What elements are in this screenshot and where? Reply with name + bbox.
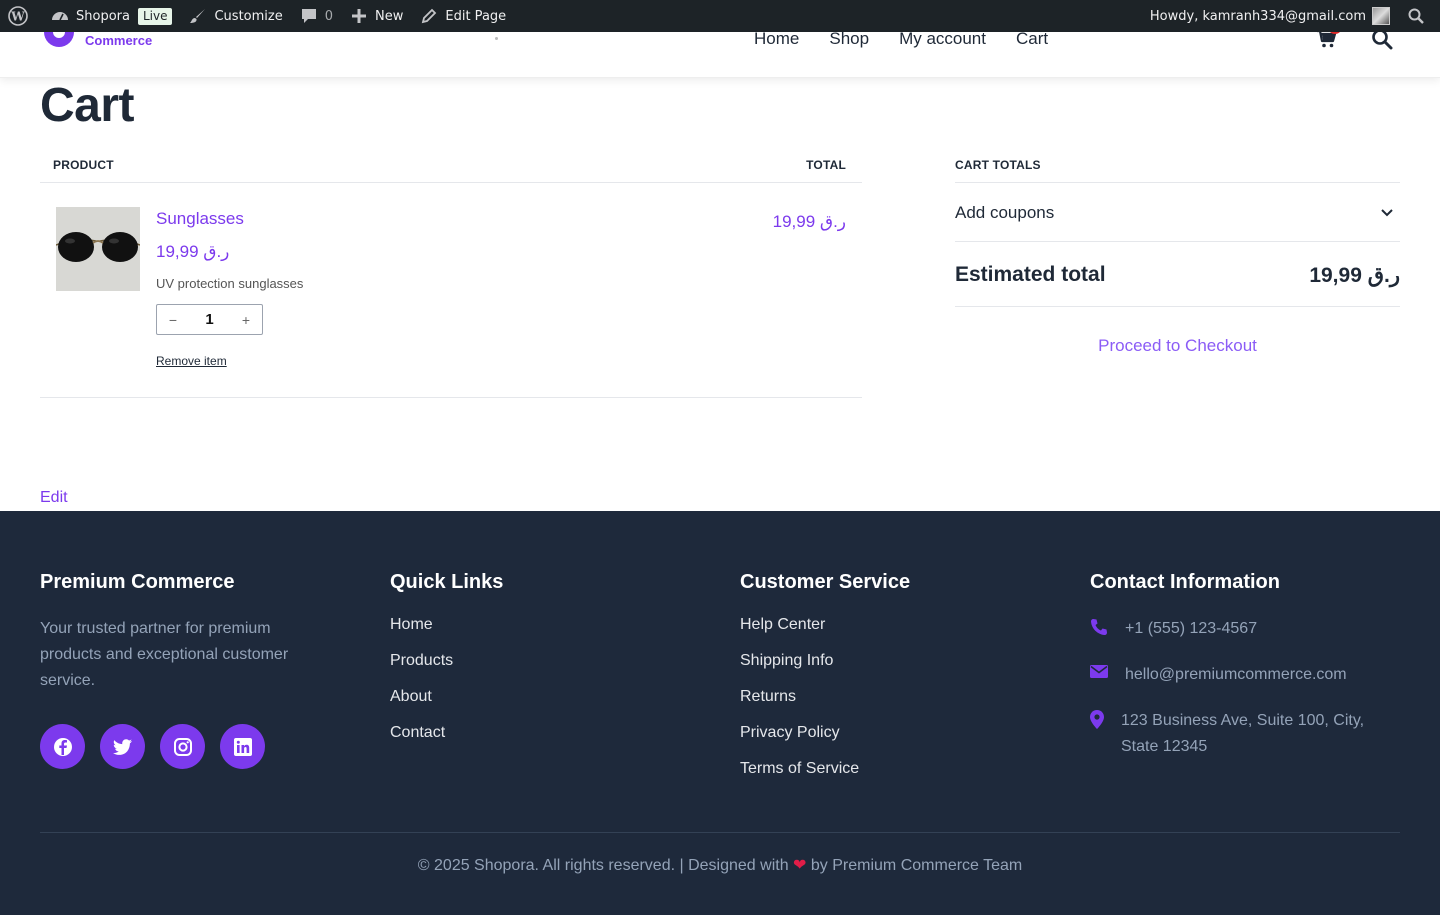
edit-page-button[interactable]: Edit Page [411,0,514,32]
comment-icon [299,6,319,26]
footer-link-help-center[interactable]: Help Center [740,616,910,652]
add-coupons-toggle[interactable]: Add coupons [955,183,1400,242]
quantity-increase-button[interactable]: + [240,312,252,328]
footer-copyright: © 2025 Shopora. All rights reserved. | D… [0,855,1440,875]
site-footer: Premium Commerce Your trusted partner fo… [0,511,1440,915]
main-nav: Home Shop My account Cart [754,29,1048,49]
quantity-input[interactable]: 1 [205,311,213,328]
footer-link-returns[interactable]: Returns [740,688,910,724]
quantity-decrease-button[interactable]: − [167,312,179,328]
phone-icon [1090,616,1125,641]
footer-quick-links-title: Quick Links [390,571,504,593]
footer-contact-title: Contact Information [1090,571,1280,593]
copyright-credit: by Premium Commerce Team [810,857,1023,874]
avatar [1372,7,1390,25]
facebook-icon[interactable] [40,724,85,769]
edit-page-link[interactable]: Edit [40,489,68,507]
brush-icon [188,6,208,26]
product-unit-price: 19,99 ر.ق [156,242,230,261]
quick-links-list: Home Products About Contact [390,616,503,760]
site-name-button[interactable]: Shopora Live [42,0,180,32]
contact-phone-row: +1 (555) 123-4567 [1090,616,1395,642]
howdy-text: Howdy, kamranh334@gmail.com [1149,8,1366,24]
footer-link-shipping-info[interactable]: Shipping Info [740,652,910,688]
nav-my-account[interactable]: My account [899,29,986,49]
product-thumbnail[interactable] [56,207,140,291]
new-content-button[interactable]: New [341,0,411,32]
footer-brand-title: Premium Commerce [40,571,235,593]
nav-home[interactable]: Home [754,29,799,49]
contact-email-row: hello@premiumcommerce.com [1090,662,1395,688]
footer-brand-column: Premium Commerce Your trusted partner fo… [40,571,330,769]
logo-subtitle[interactable]: Commerce [85,33,152,48]
wordpress-icon: W [8,6,28,26]
contact-address-row: 123 Business Ave, Suite 100, City, State… [1090,708,1395,760]
nav-shop[interactable]: Shop [829,29,869,49]
customize-label: Customize [214,8,283,24]
cart-table: PRODUCT TOTAL Sunglasses 19,99 ر.ق UV pr… [40,150,862,398]
live-badge: Live [137,7,173,25]
linkedin-icon[interactable] [220,724,265,769]
customer-service-list: Help Center Shipping Info Returns Privac… [740,616,910,796]
customize-button[interactable]: Customize [180,0,290,32]
footer-customer-service-title: Customer Service [740,571,911,593]
copyright-text: © 2025 Shopora. All rights reserved. | D… [417,857,789,874]
footer-link-products[interactable]: Products [390,652,503,688]
estimated-total-label: Estimated total [955,263,1106,286]
pencil-icon [419,6,439,26]
social-links [40,724,330,769]
proceed-to-checkout-button[interactable]: Proceed to Checkout [955,336,1400,356]
page-title: Cart [40,79,135,132]
cart-totals: CART TOTALS Add coupons Estimated total … [955,150,1400,355]
contact-address: 123 Business Ave, Suite 100, City, State… [1121,712,1365,755]
product-description: UV protection sunglasses [156,276,304,291]
plus-icon [349,6,369,26]
heart-icon: ❤ [793,857,807,874]
search-icon [1406,6,1426,26]
contact-email[interactable]: hello@premiumcommerce.com [1125,662,1395,688]
remove-item-link[interactable]: Remove item [156,354,227,368]
site-name: Shopora [76,8,130,24]
footer-link-home[interactable]: Home [390,616,503,652]
cart-table-header: PRODUCT TOTAL [40,150,862,183]
wordpress-logo-button[interactable]: W [0,0,42,32]
cart-totals-heading: CART TOTALS [955,150,1400,183]
footer-link-privacy-policy[interactable]: Privacy Policy [740,724,910,760]
footer-customer-service-column: Customer Service Help Center Shipping In… [740,571,910,796]
footer-link-contact[interactable]: Contact [390,724,503,760]
product-name-link[interactable]: Sunglasses [156,209,244,229]
my-account-button[interactable]: Howdy, kamranh334@gmail.com [1142,0,1398,32]
twitter-icon[interactable] [100,724,145,769]
footer-contact-column: Contact Information +1 (555) 123-4567 he… [1090,571,1395,780]
header-dot [495,37,498,40]
estimated-total-value: 19,99 ر.ق [1309,264,1400,287]
quantity-stepper: − 1 + [156,304,263,335]
instagram-icon[interactable] [160,724,205,769]
new-label: New [375,8,404,24]
svg-text:W: W [10,10,25,24]
contact-phone[interactable]: +1 (555) 123-4567 [1125,616,1395,642]
comments-button[interactable]: 0 [291,0,341,32]
column-header-product: PRODUCT [53,158,114,172]
footer-divider [40,832,1400,833]
footer-link-about[interactable]: About [390,688,503,724]
admin-bar: W Shopora Live Customize 0 New Edit Page [0,0,1440,32]
dashboard-icon [50,6,70,26]
footer-quick-links-column: Quick Links Home Products About Contact [390,571,503,760]
column-header-total: TOTAL [806,158,846,172]
envelope-icon [1090,662,1125,684]
estimated-total-row: Estimated total 19,99 ر.ق [955,242,1400,307]
admin-search-button[interactable] [1398,0,1440,32]
footer-brand-description: Your trusted partner for premium product… [40,620,289,689]
chevron-down-icon [1380,205,1394,223]
cart-item-row: Sunglasses 19,99 ر.ق UV protection sungl… [40,183,862,398]
edit-page-label: Edit Page [445,8,507,24]
map-pin-icon [1090,708,1121,734]
site-header: Commerce Home Shop My account Cart [0,20,1440,78]
product-line-total: 19,99 ر.ق [772,212,846,231]
footer-link-terms-of-service[interactable]: Terms of Service [740,760,910,796]
add-coupons-label: Add coupons [955,203,1055,222]
comments-count: 0 [324,8,334,24]
nav-cart[interactable]: Cart [1016,29,1048,49]
